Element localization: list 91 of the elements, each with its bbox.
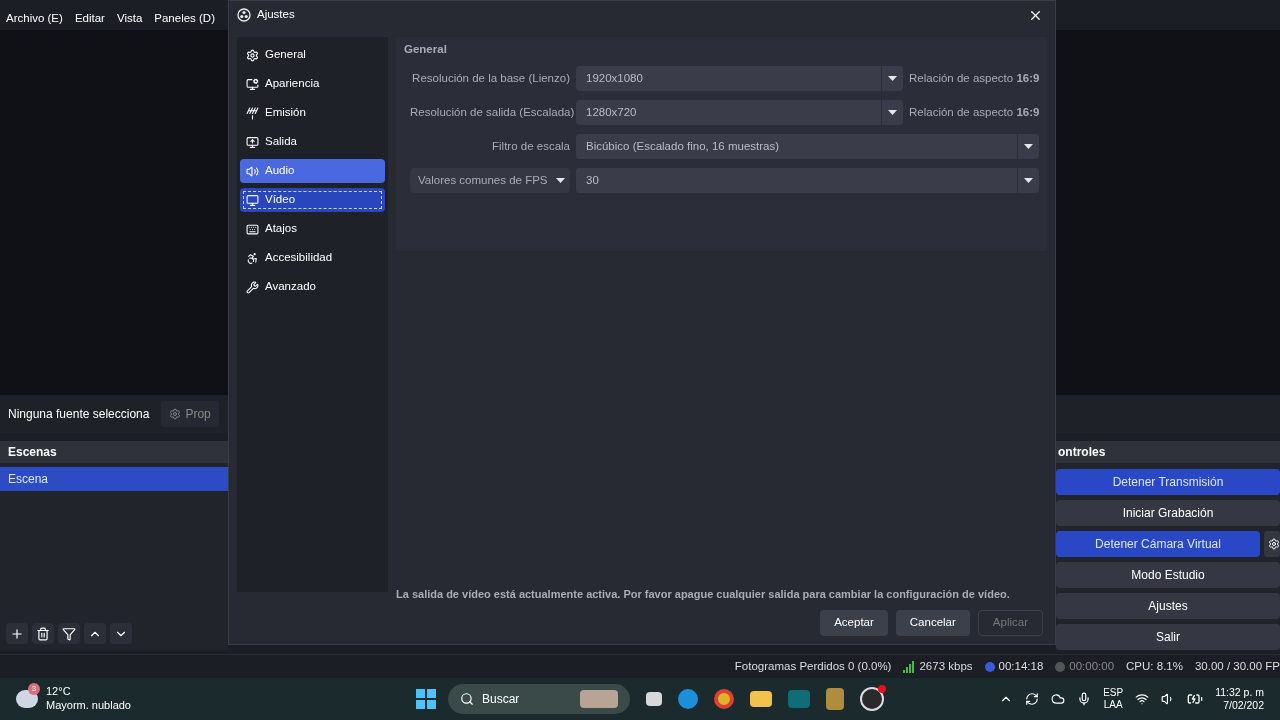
accessibility-icon bbox=[246, 251, 259, 265]
menu-item[interactable]: Editar bbox=[74, 10, 105, 28]
app-logo-icon bbox=[237, 8, 251, 22]
menu-item[interactable]: Vista bbox=[116, 10, 143, 28]
gear-icon bbox=[246, 48, 259, 62]
source-status-text: Ninguna fuente selecciona bbox=[8, 406, 150, 423]
sidebar-item[interactable]: Salida bbox=[240, 130, 385, 154]
dropdown-arrow-icon bbox=[1024, 178, 1033, 184]
fps-mode-dropdown[interactable]: Valores comunes de FPS bbox=[410, 168, 570, 194]
control-button[interactable]: Detener Transmisión bbox=[1056, 469, 1280, 495]
app-icon[interactable] bbox=[826, 688, 844, 710]
dropdown-field[interactable]: 30 bbox=[576, 168, 1039, 194]
field-label: Filtro de escala bbox=[491, 139, 570, 155]
weather-icon[interactable] bbox=[16, 690, 38, 708]
gear-icon bbox=[169, 408, 182, 420]
control-button[interactable]: Salir bbox=[1056, 624, 1280, 650]
dropdown-field[interactable]: 1920x1080 bbox=[576, 66, 903, 92]
dialog-button[interactable]: Aceptar bbox=[820, 610, 888, 636]
panel-title: ontroles bbox=[1056, 441, 1280, 463]
cpu-text: CPU: 8.1% bbox=[1126, 658, 1183, 674]
field-label: Resolución de la base (Lienzo) bbox=[411, 71, 570, 87]
monitor-icon bbox=[246, 135, 259, 149]
monitor-icon bbox=[246, 193, 259, 207]
trash-icon bbox=[36, 626, 50, 641]
sync-icon[interactable] bbox=[1025, 692, 1040, 706]
sidebar-item[interactable]: General bbox=[240, 43, 385, 67]
up-button[interactable] bbox=[84, 623, 106, 644]
record-time-text: 00:00:00 bbox=[1069, 658, 1115, 674]
down-button[interactable] bbox=[110, 623, 132, 644]
dialog-button[interactable]: Cancelar bbox=[895, 610, 970, 636]
language-text[interactable]: ESP bbox=[1103, 686, 1124, 699]
sidebar-item[interactable]: Avanzado bbox=[240, 275, 385, 299]
sidebar-item[interactable]: Audio bbox=[240, 159, 385, 183]
search-field[interactable]: Buscar bbox=[448, 684, 630, 714]
bitrate-text: 2673 kbps bbox=[919, 658, 973, 674]
sidebar-item[interactable]: Emisión bbox=[240, 101, 385, 125]
sidebar-item[interactable]: Atajos bbox=[240, 217, 385, 241]
warning-message: La salida de vídeo está actualmente activa. Por favor apague cualquier salida para cambiar la configuración de vídeo. bbox=[396, 586, 1011, 602]
fps-text: 30.00 / 30.00 FP bbox=[1194, 658, 1280, 674]
menu-item[interactable]: Archivo (E) bbox=[6, 10, 63, 28]
keyboard-icon bbox=[246, 222, 259, 236]
scene-item[interactable]: Escena bbox=[0, 467, 228, 491]
control-button[interactable]: Detener Cámara Virtual bbox=[1056, 531, 1260, 557]
trash-button[interactable] bbox=[32, 623, 54, 644]
stream-time-text: 00:14:18 bbox=[998, 658, 1044, 674]
filter-icon bbox=[62, 626, 76, 641]
temperature-text: 12°C bbox=[46, 685, 72, 699]
cloud-icon[interactable] bbox=[1051, 692, 1066, 706]
control-button[interactable]: Ajustes bbox=[1056, 593, 1280, 619]
speaker-icon bbox=[246, 164, 259, 178]
dropdown-field[interactable]: Bicúbico (Escalado fino, 16 muestras) bbox=[576, 134, 1039, 160]
keyboard-layout-text[interactable]: LAA bbox=[1103, 699, 1123, 712]
dropdown-arrow-icon bbox=[555, 178, 565, 184]
dropdown-arrow-icon bbox=[1024, 144, 1033, 150]
section-title: General bbox=[404, 42, 448, 57]
battery-icon[interactable] bbox=[1187, 691, 1204, 707]
add-button[interactable] bbox=[6, 623, 28, 644]
notification-badge: 3 bbox=[28, 683, 40, 695]
properties-button[interactable]: Prop bbox=[161, 401, 219, 427]
dropped-frames-text: Fotogramas Perdidos 0 (0.0%) bbox=[734, 658, 892, 674]
menu-item[interactable]: Paneles (D) bbox=[154, 10, 215, 28]
dropdown-field[interactable]: 1280x720 bbox=[576, 100, 903, 126]
dropdown-arrow-icon bbox=[888, 110, 897, 116]
windows-logo-icon[interactable] bbox=[416, 689, 436, 709]
sidebar-item[interactable]: Accesibilidad bbox=[240, 246, 385, 270]
clock-date[interactable]: 7/02/202 bbox=[1223, 699, 1264, 713]
weather-condition-text: Mayorm. nublado bbox=[46, 699, 131, 713]
window-title: Ajustes bbox=[257, 7, 295, 23]
sidebar-item[interactable]: Apariencia bbox=[240, 72, 385, 96]
record-indicator-icon bbox=[1055, 661, 1066, 672]
control-button[interactable]: Modo Estudio bbox=[1056, 562, 1280, 588]
wifi-icon[interactable] bbox=[1135, 692, 1150, 706]
antenna-icon bbox=[246, 106, 259, 120]
panel-title: Escenas bbox=[0, 441, 228, 463]
settings-icon bbox=[1268, 538, 1280, 550]
filter-button[interactable] bbox=[58, 623, 80, 644]
aspect-ratio-text: Relación de aspecto 16:9 bbox=[909, 71, 1039, 87]
signal-bars-icon bbox=[903, 660, 916, 673]
monitor-icon bbox=[246, 77, 259, 91]
dropdown-arrow-icon bbox=[888, 76, 897, 82]
search-icon bbox=[460, 692, 474, 706]
aspect-ratio-text: Relación de aspecto 16:9 bbox=[909, 105, 1039, 121]
settings-button[interactable] bbox=[1264, 531, 1280, 557]
add-icon bbox=[10, 626, 24, 641]
sidebar-item[interactable]: Vídeo bbox=[240, 188, 385, 212]
control-button[interactable]: Iniciar Grabación bbox=[1056, 500, 1280, 526]
microphone-icon[interactable] bbox=[1077, 692, 1092, 706]
stream-indicator-icon bbox=[984, 661, 995, 672]
clock-time[interactable]: 11:32 p. m bbox=[1215, 685, 1264, 699]
task-view-icon[interactable] bbox=[646, 692, 662, 706]
wrench-icon bbox=[246, 280, 259, 294]
